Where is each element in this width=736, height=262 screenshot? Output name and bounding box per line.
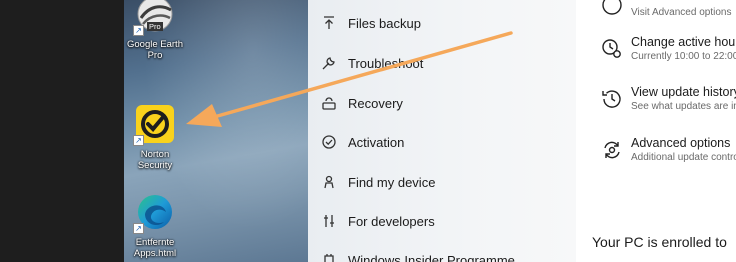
developer-tools-icon [318, 210, 340, 232]
insider-icon [318, 249, 340, 262]
desktop-area: ↗ Pro Google Earth Pro ↗ Norton Security [124, 0, 308, 262]
advanced-sync-icon [600, 138, 624, 162]
option-view-update-history[interactable]: View update history See what updates are… [600, 85, 736, 117]
option-title: Change active hours [631, 35, 736, 49]
menu-item-label: Find my device [348, 174, 436, 190]
option-title: Advanced options [631, 136, 731, 150]
clock-gear-icon [600, 37, 624, 61]
desktop-icon-entfernte-apps[interactable]: ↗ Entfernte Apps.html [125, 190, 185, 259]
menu-item-label: Recovery [348, 95, 403, 111]
icon-label: Google Earth [127, 39, 183, 50]
wrench-icon [318, 52, 340, 74]
option-pause-updates[interactable]: Visit Advanced options [600, 0, 736, 23]
menu-item-label: Troubleshoot [348, 55, 424, 71]
edge-icon: ↗ [133, 190, 177, 234]
norton-icon: ↗ [133, 102, 177, 146]
icon-label: Pro [147, 49, 163, 61]
google-earth-icon: ↗ Pro [133, 0, 177, 36]
menu-item-find-my-device[interactable]: Find my device [318, 167, 568, 197]
shortcut-arrow-icon: ↗ [133, 223, 144, 234]
menu-item-label: Files backup [348, 15, 421, 31]
menu-item-recovery[interactable]: Recovery [318, 88, 568, 118]
menu-item-label: For developers [348, 213, 435, 229]
menu-item-windows-insider[interactable]: Windows Insider Programme [318, 245, 568, 262]
menu-item-files-backup[interactable]: Files backup [318, 8, 568, 38]
check-circle-icon [318, 131, 340, 153]
recovery-icon [318, 92, 340, 114]
settings-nav-panel: Files backup Troubleshoot Recovery Activ… [308, 0, 576, 262]
pro-badge: Pro [147, 22, 163, 31]
option-subtitle: Currently 10:00 to 22:00 [631, 51, 736, 62]
option-advanced-options[interactable]: Advanced options Additional update contr… [600, 136, 736, 168]
desktop-icon-google-earth[interactable]: ↗ Pro Google Earth Pro [125, 0, 185, 61]
dark-sidebar-strip [0, 0, 124, 262]
option-subtitle: Additional update controls [631, 152, 736, 163]
icon-label: Apps.html [133, 247, 177, 259]
menu-item-activation[interactable]: Activation [318, 127, 568, 157]
icon-label: Norton [140, 149, 170, 160]
pause-icon [600, 0, 624, 17]
menu-item-troubleshoot[interactable]: Troubleshoot [318, 48, 568, 78]
icon-label: Entfernte [135, 237, 175, 248]
menu-item-for-developers[interactable]: For developers [318, 206, 568, 236]
option-title: View update history [631, 85, 736, 99]
desktop-icon-norton-security[interactable]: ↗ Norton Security [125, 102, 185, 171]
option-subtitle: See what updates are installed [631, 101, 736, 112]
insider-enrollment-text: Your PC is enrolled to [592, 234, 727, 250]
option-subtitle: Visit Advanced options [631, 7, 732, 18]
person-pin-icon [318, 171, 340, 193]
menu-item-label: Activation [348, 134, 405, 150]
option-change-active-hours[interactable]: Change active hours Currently 10:00 to 2… [600, 35, 736, 67]
shortcut-arrow-icon: ↗ [133, 25, 144, 36]
icon-label: Security [137, 159, 173, 171]
menu-item-label: Windows Insider Programme [348, 252, 515, 262]
windows-update-panel: Visit Advanced options Change active hou… [576, 0, 736, 262]
history-icon [600, 87, 624, 111]
shortcut-arrow-icon: ↗ [133, 135, 144, 146]
backup-arrow-icon [318, 12, 340, 34]
